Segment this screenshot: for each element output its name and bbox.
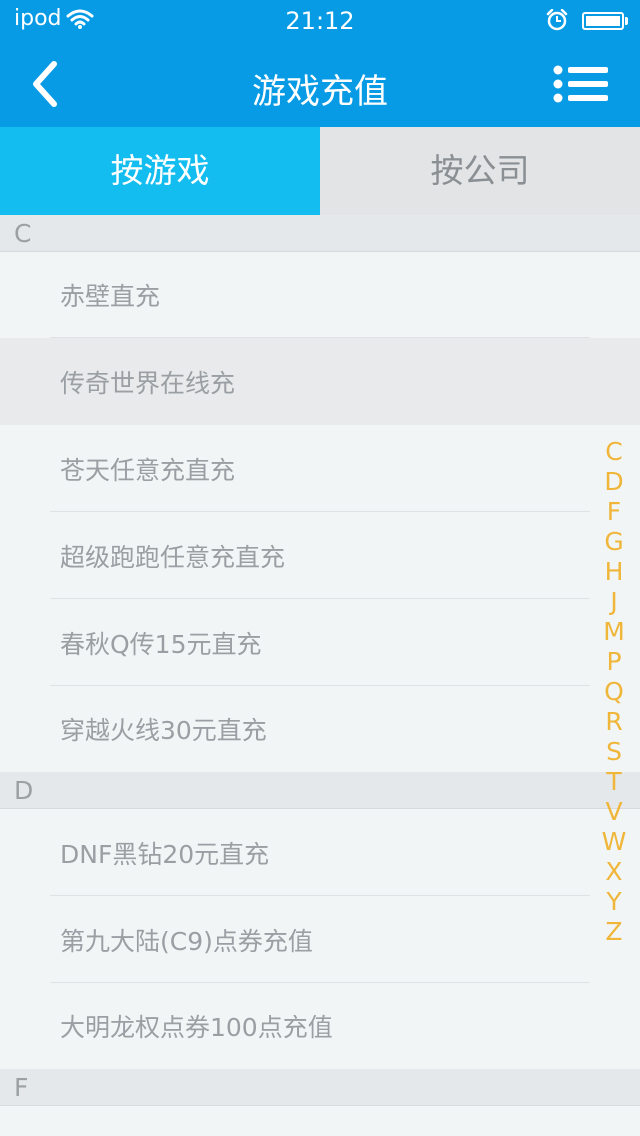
index-letter[interactable]: M <box>600 617 628 647</box>
index-letter[interactable]: V <box>600 797 628 827</box>
index-letter[interactable]: P <box>600 647 628 677</box>
list-item-label: 第九大陆(C9)点券充值 <box>60 926 313 956</box>
index-letter[interactable]: Z <box>600 917 628 947</box>
index-letter[interactable]: H <box>600 557 628 587</box>
battery-icon <box>582 12 628 30</box>
list-item-label: DNF黑钻20元直充 <box>60 839 270 869</box>
index-letter[interactable]: C <box>600 437 628 467</box>
list-item[interactable]: 苍天任意充直充 <box>0 425 640 512</box>
index-letter[interactable]: D <box>600 467 628 497</box>
index-letter[interactable]: R <box>600 707 628 737</box>
index-letter[interactable]: X <box>600 857 628 887</box>
list-item[interactable]: 超级跑跑任意充直充 <box>0 512 640 599</box>
index-letter[interactable]: J <box>600 587 628 617</box>
tab-by-game[interactable]: 按游戏 <box>0 127 320 215</box>
section-header-c: C <box>0 215 640 252</box>
list-item-label: 大明龙权点券100点充值 <box>60 1013 333 1042</box>
index-letter[interactable]: W <box>600 827 628 857</box>
index-letter[interactable]: Y <box>600 887 628 917</box>
list-item-label: 超级跑跑任意充直充 <box>60 542 286 572</box>
index-letter[interactable]: F <box>600 497 628 527</box>
index-letter[interactable]: Q <box>600 677 628 707</box>
list-item[interactable]: 赤壁直充 <box>0 252 640 338</box>
section-header-f: F <box>0 1069 640 1106</box>
index-letter[interactable]: S <box>600 737 628 767</box>
list-item-label: 传奇世界在线充 <box>60 368 236 398</box>
index-letter[interactable]: T <box>600 767 628 797</box>
alarm-icon <box>546 9 568 31</box>
list-item[interactable]: 春秋Q传15元直充 <box>0 599 640 686</box>
status-bar: ipod 21:12 <box>0 0 640 40</box>
nav-bar: 游戏充值 <box>0 40 640 127</box>
game-list[interactable]: C 赤壁直充 传奇世界在线充 苍天任意充直充 超级跑跑任意充直充 春秋Q传15元… <box>0 215 640 1136</box>
section-header-d: D <box>0 772 640 809</box>
list-item-label: 春秋Q传15元直充 <box>60 629 262 659</box>
list-item-label: 苍天任意充直充 <box>60 455 236 485</box>
list-menu-icon[interactable] <box>552 64 610 104</box>
segment-tabs: 按游戏 按公司 <box>0 127 640 215</box>
index-letter[interactable]: G <box>600 527 628 557</box>
list-item[interactable]: 大明龙权点券100点充值 <box>0 983 640 1069</box>
tab-by-company[interactable]: 按公司 <box>320 127 640 215</box>
list-item-label: 赤壁直充 <box>60 282 161 311</box>
list-item[interactable]: 穿越火线30元直充 <box>0 686 640 772</box>
page-title: 游戏充值 <box>252 72 388 112</box>
list-item[interactable] <box>0 1106 640 1136</box>
list-item[interactable]: DNF黑钻20元直充 <box>0 809 640 896</box>
list-item-selected[interactable]: 传奇世界在线充 <box>0 338 640 425</box>
list-item[interactable]: 第九大陆(C9)点券充值 <box>0 896 640 983</box>
alphabet-index[interactable]: C D F G H J M P Q R S T V W X Y Z <box>600 437 628 947</box>
list-item-label: 穿越火线30元直充 <box>60 716 267 745</box>
status-time: 21:12 <box>285 7 355 35</box>
top-bar: ipod 21:12 游戏充值 <box>0 0 640 127</box>
